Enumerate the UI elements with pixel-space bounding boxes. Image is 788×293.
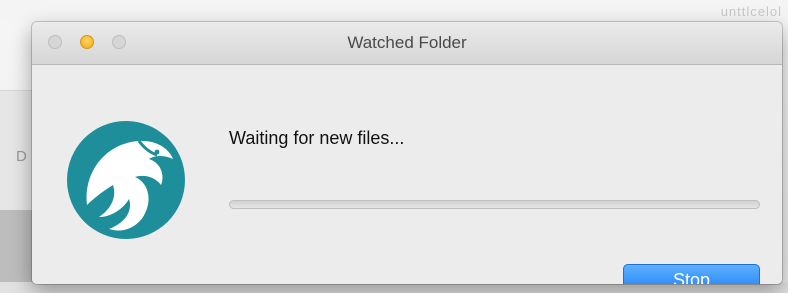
dialog-content: Waiting for new files... Stop <box>32 65 782 284</box>
background-partial-letter: D <box>16 148 27 165</box>
window-title: Watched Folder <box>347 33 467 52</box>
stop-button[interactable]: Stop <box>623 264 760 284</box>
background-partial-text: unttlcelol <box>720 4 782 19</box>
progress-bar <box>229 200 760 209</box>
bird-logo-icon <box>67 121 185 239</box>
status-text: Waiting for new files... <box>229 128 405 148</box>
background-toolbar <box>0 0 788 22</box>
title-bar[interactable]: Watched Folder <box>32 22 782 65</box>
watched-folder-dialog: Watched Folder Waiting for new files... … <box>32 22 782 284</box>
